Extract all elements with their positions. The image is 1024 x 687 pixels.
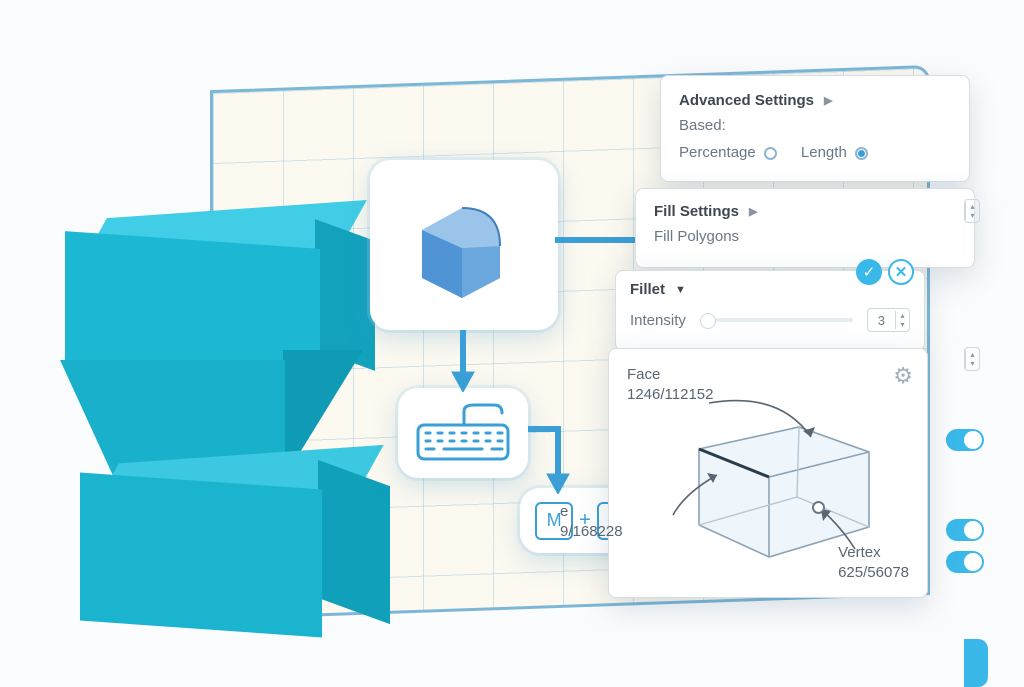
advanced-settings-header[interactable]: Advanced Settings (679, 92, 951, 109)
advanced-settings-panel: Advanced Settings Based: Percentage Leng… (660, 75, 970, 182)
keyboard-card (398, 388, 528, 478)
fillet-tool-card[interactable] (370, 160, 558, 330)
intensity-label: Intensity (630, 312, 686, 329)
stepper-1[interactable]: ▴▾ (964, 199, 980, 223)
fill-polygons-toggle[interactable] (946, 429, 984, 451)
arrow-down-1 (448, 330, 478, 392)
intensity-stepper[interactable]: 3▴▾ (867, 308, 910, 332)
wireframe-box-icon (669, 397, 894, 567)
arrow-elbow (525, 426, 585, 494)
vertex-dot-icon (812, 501, 825, 514)
gear-icon[interactable]: ⚙ (893, 363, 913, 389)
length-option[interactable]: Length (801, 144, 868, 161)
percentage-option[interactable]: Percentage (679, 144, 777, 161)
confirm-button[interactable]: ✓ (856, 259, 882, 285)
sculpt-object (60, 200, 390, 630)
fill-settings-panel: Fill Settings Fill Polygons ▴▾ ▴▾ (635, 188, 975, 268)
edge-label: e9/168228 (560, 502, 623, 543)
close-button[interactable]: ✕ (888, 259, 914, 285)
fillet-panel: ✓ ✕ Fillet Intensity 3▴▾ (615, 270, 925, 351)
fill-settings-header[interactable]: Fill Settings (654, 203, 956, 220)
stepper-2[interactable]: ▴▾ (964, 347, 980, 371)
keyboard-icon (416, 403, 511, 463)
fillet-cube-icon (404, 190, 524, 300)
based-label: Based: (679, 117, 951, 134)
preview-panel: ⚙ Face1246/112152 Vertex625/56078 (608, 348, 928, 598)
fill-polygons-label: Fill Polygons (654, 228, 956, 245)
side-tab[interactable] (964, 639, 988, 687)
toggle-2[interactable] (946, 519, 984, 541)
radio-on-icon (855, 147, 868, 160)
radio-icon (764, 147, 777, 160)
intensity-slider[interactable] (700, 318, 853, 322)
toggle-3[interactable] (946, 551, 984, 573)
